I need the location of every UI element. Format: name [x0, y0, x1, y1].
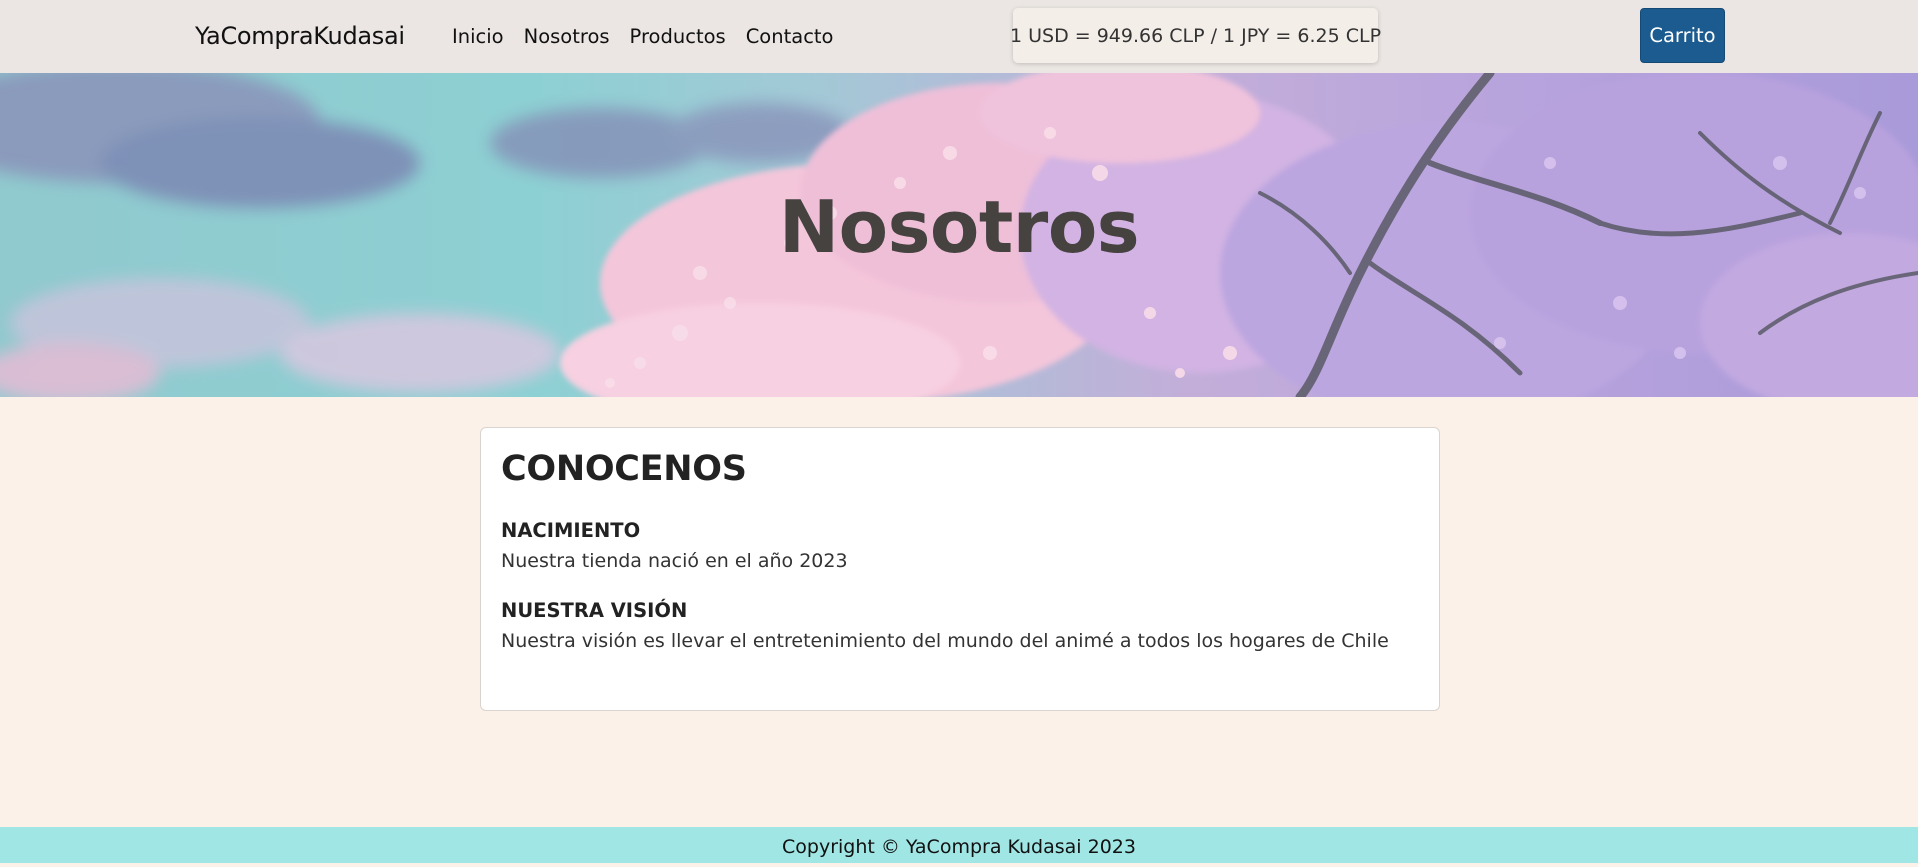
- nav-link-inicio[interactable]: Inicio: [452, 25, 514, 49]
- brand-logo-link[interactable]: YaCompraKudasai: [195, 22, 405, 50]
- copyright-text: Copyright © YaCompra Kudasai 2023: [782, 836, 1136, 858]
- nav-link-contacto[interactable]: Contacto: [736, 25, 844, 49]
- hero-title: Nosotros: [778, 185, 1140, 269]
- section-heading-nacimiento: NACIMIENTO: [501, 519, 641, 542]
- card-title: CONOCENOS: [501, 449, 747, 489]
- exchange-rate-display: 1 USD = 949.66 CLP / 1 JPY = 6.25 CLP: [1010, 8, 1381, 63]
- section-heading-vision: NUESTRA VISIÓN: [501, 599, 688, 622]
- hero-banner: Nosotros: [0, 73, 1918, 397]
- about-card: CONOCENOS NACIMIENTO Nuestra tienda naci…: [480, 427, 1440, 711]
- cart-button[interactable]: Carrito: [1640, 8, 1725, 63]
- section-text-nacimiento: Nuestra tienda nació en el año 2023: [501, 550, 848, 572]
- section-text-vision: Nuestra visión es llevar el entretenimie…: [501, 630, 1389, 652]
- navbar: YaCompraKudasai Inicio Nosotros Producto…: [0, 0, 1918, 73]
- nav-link-nosotros[interactable]: Nosotros: [514, 25, 620, 49]
- nav-links: Inicio Nosotros Productos Contacto: [452, 25, 844, 49]
- nav-link-productos[interactable]: Productos: [620, 25, 736, 49]
- footer: Copyright © YaCompra Kudasai 2023: [0, 827, 1918, 863]
